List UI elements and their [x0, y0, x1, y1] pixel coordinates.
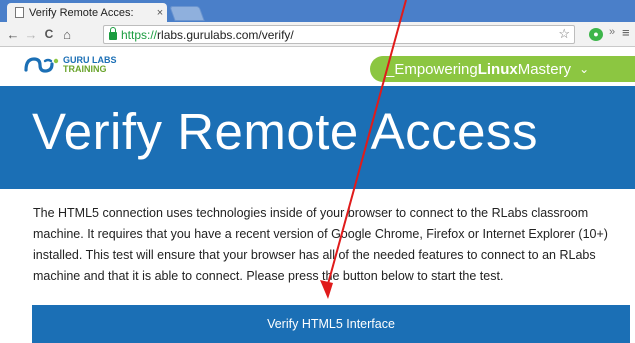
home-icon[interactable]: ⌂: [58, 27, 76, 42]
browser-toolbar: ← → C ⌂ https:// rlabs.gurulabs.com/veri…: [0, 22, 635, 47]
extension-icon[interactable]: ●: [589, 28, 603, 41]
page-icon: [15, 7, 24, 18]
tab-strip: Verify Remote Acces: ×: [0, 0, 635, 22]
bookmark-star-icon[interactable]: ☆: [558, 26, 570, 42]
tagline-prefix: _Empowering: [386, 60, 478, 78]
hero-banner: Verify Remote Access: [0, 86, 635, 189]
reload-icon[interactable]: C: [40, 27, 58, 41]
tagline-bold: Linux: [477, 60, 518, 78]
tab-title: Verify Remote Acces:: [29, 6, 134, 19]
logo-mark-icon: [24, 57, 59, 73]
site-header: GURU LABS TRAINING _Empowering Linux Maste…: [0, 48, 635, 86]
lock-icon: [109, 26, 117, 40]
chevron-down-icon: ⌄: [579, 62, 590, 76]
forward-icon[interactable]: →: [22, 27, 40, 42]
close-tab-icon[interactable]: ×: [153, 7, 167, 19]
guru-labs-logo[interactable]: GURU LABS TRAINING: [23, 55, 117, 75]
url-path: rlabs.gurulabs.com/verify/: [157, 27, 294, 42]
intro-text: The HTML5 connection uses technologies i…: [33, 206, 608, 283]
browser-tab[interactable]: Verify Remote Acces: ×: [7, 3, 167, 22]
browser-menu-icon[interactable]: ≡: [622, 25, 630, 40]
logo-line-2: TRAINING: [63, 64, 107, 74]
page-title: Verify Remote Access: [32, 103, 539, 160]
url-scheme: https://: [121, 27, 158, 42]
new-tab-button[interactable]: [169, 6, 205, 21]
back-icon[interactable]: ←: [4, 27, 22, 42]
verify-html5-button[interactable]: Verify HTML5 Interface: [32, 305, 630, 343]
address-bar[interactable]: https:// rlabs.gurulabs.com/verify/ ☆: [103, 25, 575, 44]
more-extensions-icon[interactable]: »: [609, 26, 615, 38]
tagline-menu[interactable]: _Empowering Linux Mastery ⌄: [370, 56, 635, 82]
tagline-suffix: Mastery: [517, 60, 572, 78]
logo-text: GURU LABS TRAINING: [63, 56, 117, 74]
